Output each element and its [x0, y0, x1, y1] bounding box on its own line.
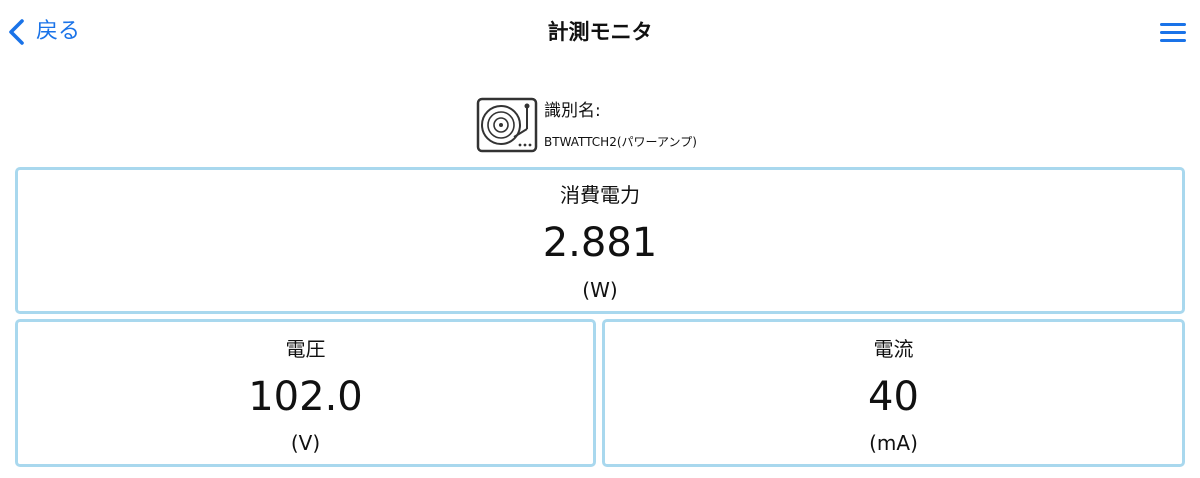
voltage-unit: (V) — [290, 431, 321, 455]
voltage-label: 電圧 — [285, 337, 326, 361]
device-info: 識別名: BTWATTCH2(パワーアンプ) — [476, 94, 697, 156]
page-title: 計測モニタ — [547, 20, 653, 44]
turntable-icon — [476, 97, 538, 153]
hamburger-menu-icon — [1158, 18, 1188, 46]
current-label: 電流 — [873, 337, 914, 361]
measurement-monitor-screen: 戻る 計測モニタ 識別名: BTWATTCH2(パワーアンプ) 消費電力 2.8… — [0, 0, 1200, 478]
voltage-value: 102.0 — [248, 374, 363, 420]
navigation-bar: 戻る 計測モニタ — [0, 0, 1200, 64]
voltage-panel: 電圧 102.0 (V) — [15, 319, 596, 467]
power-value: 2.881 — [542, 220, 658, 266]
current-unit: (mA) — [869, 431, 918, 455]
power-label: 消費電力 — [560, 183, 640, 207]
power-consumption-panel: 消費電力 2.881 (W) — [15, 167, 1185, 314]
menu-button[interactable] — [1158, 18, 1188, 46]
power-unit: (W) — [582, 278, 618, 302]
device-identifier-name: BTWATTCH2(パワーアンプ) — [544, 135, 697, 149]
device-identifier-label: 識別名: — [544, 101, 601, 121]
device-text: 識別名: BTWATTCH2(パワーアンプ) — [544, 97, 697, 153]
current-value: 40 — [868, 374, 919, 420]
current-panel: 電流 40 (mA) — [602, 319, 1185, 467]
